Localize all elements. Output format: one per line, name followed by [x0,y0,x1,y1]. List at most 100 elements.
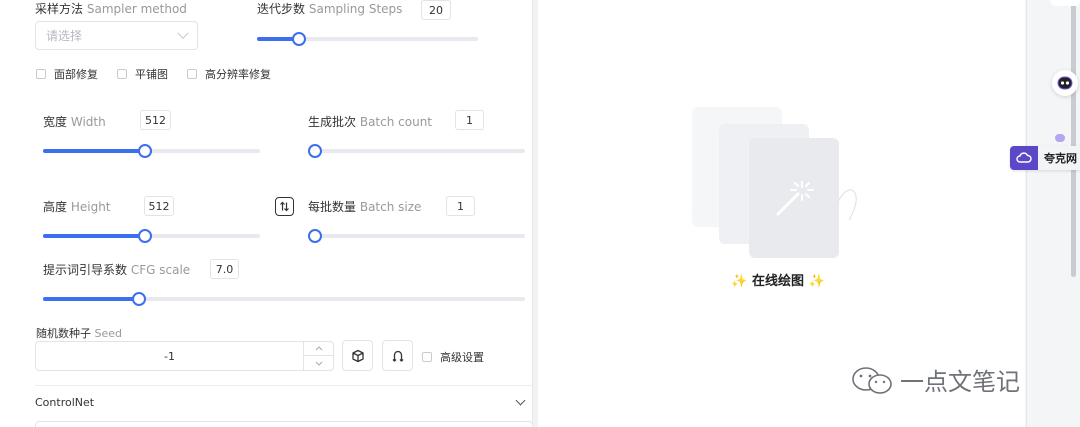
batch-size-slider-thumb[interactable] [308,229,322,243]
seed-decrement-button[interactable] [304,356,333,370]
cfg-slider[interactable] [43,292,525,306]
tiling-label: 平铺图 [135,68,168,81]
height-label-cn: 高度 [43,200,68,214]
batch-size-label: 每批数量 Batch size [308,198,421,215]
cfg-label-cn: 提示词引导系数 [43,263,128,277]
option-face-restore[interactable]: 面部修复 [36,66,98,82]
face-restore-checkbox[interactable] [36,69,46,79]
batch-size-label-en: Batch size [359,200,422,214]
recycle-seed-button[interactable] [382,340,413,371]
controlnet-header[interactable]: ControlNet [35,396,94,409]
kuake-side-tab[interactable]: 夸克网 [1010,146,1080,170]
cfg-value: 7.0 [215,262,234,276]
cfg-label: 提示词引导系数 CFG scale [43,261,190,278]
steps-label-en: Sampling Steps [308,2,403,16]
height-value-input[interactable]: 512 [144,196,174,216]
cfg-slider-thumb[interactable] [132,292,147,306]
height-slider-thumb[interactable] [137,229,152,243]
steps-label: 迭代步数 Sampling Steps [257,0,402,17]
cfg-label-en: CFG scale [130,263,191,277]
steps-label-cn: 迭代步数 [257,2,306,16]
steps-value-input[interactable]: 20 [421,0,451,20]
steps-value: 20 [429,3,443,17]
seed-label-en: Seed [94,327,123,340]
sampler-label-cn: 采样方法 [35,2,84,16]
floating-tab[interactable] [1050,0,1080,6]
height-slider-fill [43,234,145,238]
dice-cube-icon [351,349,364,362]
assistant-float-button[interactable] [1052,70,1078,96]
kuake-label: 夸克网 [1044,152,1077,165]
random-seed-button[interactable] [342,340,373,371]
sparkle-icon: ✨ [731,274,748,289]
preview-card-front [749,138,839,258]
height-label: 高度 Height [43,198,111,215]
scrollbar-thumb[interactable] [1071,2,1076,277]
hires-fix-label: 高分辨率修复 [205,68,271,81]
width-slider[interactable] [43,144,260,158]
seed-input[interactable]: -1 [35,341,334,371]
batch-count-value: 1 [466,113,473,127]
swap-arrows-icon [280,201,289,212]
seed-increment-button[interactable] [304,342,333,356]
preview-title: ✨ 在线绘图 ✨ [688,270,868,289]
seed-value[interactable]: -1 [36,342,303,370]
section-divider [35,385,532,386]
sampler-label-en: Sampler method [86,2,187,16]
watermark-text: 一点文笔记 [900,368,1020,396]
steps-slider-thumb[interactable] [291,32,306,46]
width-slider-thumb[interactable] [137,144,152,158]
cfg-value-input[interactable]: 7.0 [210,259,239,279]
chevron-down-icon [177,27,189,39]
batch-count-label: 生成批次 Batch count [308,113,432,130]
seed-label: 随机数种子 Seed [36,325,122,341]
batch-size-slider-track [308,234,525,238]
sampler-label: 采样方法 Sampler method [35,0,187,17]
tiling-checkbox[interactable] [117,69,127,79]
batch-count-slider-thumb[interactable] [308,144,322,158]
height-value: 512 [148,199,170,213]
robot-face-icon [1057,76,1073,90]
advanced-settings-checkbox[interactable] [422,352,432,362]
sparkle-icon: ✨ [808,274,825,289]
batch-count-label-en: Batch count [359,115,433,129]
batch-count-label-cn: 生成批次 [308,115,357,129]
chevron-up-icon [315,346,322,351]
steps-slider[interactable] [257,32,478,46]
width-label-en: Width [70,115,106,129]
width-label-cn: 宽度 [43,115,68,129]
sampler-select[interactable]: 请选择 [35,21,198,50]
seed-stepper [303,342,333,370]
preview-title-text: 在线绘图 [751,274,804,289]
width-label: 宽度 Width [43,113,106,130]
swap-dimensions-button[interactable] [275,197,294,216]
magic-wand-icon [776,181,814,216]
batch-count-value-input[interactable]: 1 [455,110,484,130]
scrollbar-track [1026,0,1027,427]
width-value: 512 [145,113,166,127]
width-slider-fill [43,149,145,153]
wechat-icon [852,366,892,394]
kuake-badge-dot [1055,134,1065,142]
width-value-input[interactable]: 512 [140,110,171,130]
batch-size-slider[interactable] [308,229,525,243]
kuake-logo [1010,146,1038,170]
batch-size-value: 1 [457,199,464,213]
cfg-slider-fill [43,297,140,301]
height-label-en: Height [70,200,111,214]
option-tiling[interactable]: 平铺图 [117,66,168,82]
batch-count-slider[interactable] [308,144,525,158]
hires-fix-checkbox[interactable] [187,69,197,79]
seed-label-cn: 随机数种子 [36,327,91,340]
chevron-down-icon [315,361,322,366]
batch-count-slider-track [308,149,525,153]
batch-size-value-input[interactable]: 1 [446,196,475,216]
controlnet-panel [35,421,532,427]
face-restore-label: 面部修复 [54,68,98,81]
preview-panel: ✨ 在线绘图 ✨ 一点文笔记 [538,0,1025,427]
option-hires-fix[interactable]: 高分辨率修复 [187,66,271,82]
chevron-down-icon[interactable] [515,395,526,406]
batch-size-label-cn: 每批数量 [308,200,357,214]
advanced-settings-toggle[interactable]: 高级设置 [422,349,484,365]
height-slider[interactable] [43,229,260,243]
